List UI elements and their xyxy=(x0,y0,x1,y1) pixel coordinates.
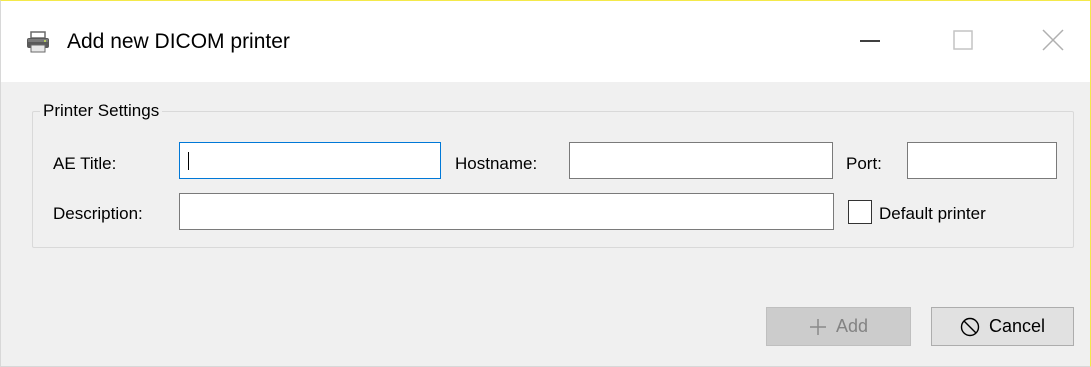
hostname-label: Hostname: xyxy=(455,154,538,173)
title-bar[interactable]: Add new DICOM printer xyxy=(1,1,1090,82)
text-caret xyxy=(188,152,189,170)
dialog-window: Add new DICOM printer Printer Settings A… xyxy=(0,0,1091,367)
close-button[interactable] xyxy=(1031,23,1077,59)
default-printer-checkbox[interactable] xyxy=(848,200,872,224)
minimize-button[interactable] xyxy=(847,23,893,59)
cancel-button[interactable]: Cancel xyxy=(931,307,1074,346)
maximize-icon xyxy=(953,30,973,50)
add-button-label: Add xyxy=(835,316,869,336)
cancel-icon xyxy=(960,317,980,336)
ae-title-label: AE Title: xyxy=(53,154,117,173)
maximize-button[interactable] xyxy=(939,23,985,59)
add-button[interactable]: Add xyxy=(766,307,911,346)
cancel-button-label: Cancel xyxy=(988,316,1046,336)
ae-title-input[interactable] xyxy=(179,142,441,179)
minimize-icon xyxy=(860,40,880,42)
window-title: Add new DICOM printer xyxy=(67,30,290,53)
description-label: Description: xyxy=(53,204,143,223)
port-input[interactable] xyxy=(907,142,1057,179)
group-legend: Printer Settings xyxy=(40,100,163,122)
printer-icon xyxy=(25,29,51,55)
default-printer-label[interactable]: Default printer xyxy=(879,203,986,225)
description-input[interactable] xyxy=(179,193,834,230)
port-label: Port: xyxy=(846,154,882,173)
hostname-input[interactable] xyxy=(569,142,833,179)
close-icon xyxy=(1042,29,1064,51)
plus-icon xyxy=(809,318,826,335)
